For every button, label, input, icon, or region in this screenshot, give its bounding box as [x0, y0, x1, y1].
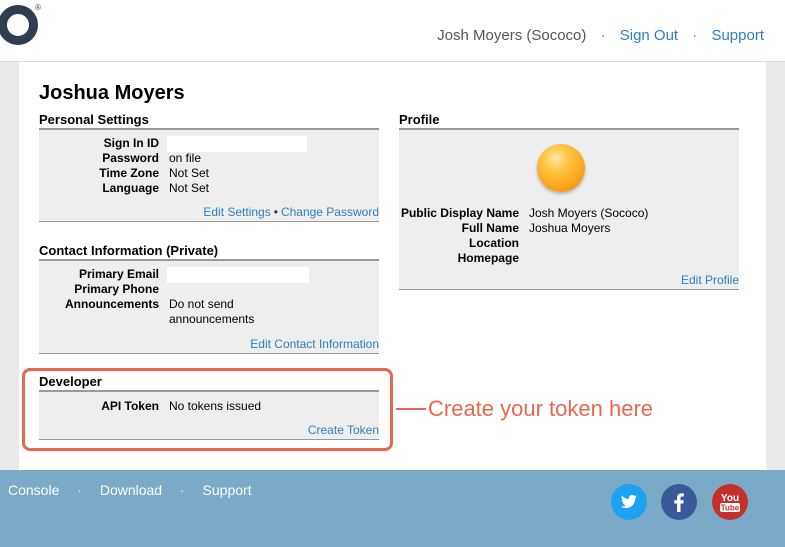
edit-settings-link[interactable]: Edit Settings — [203, 205, 270, 219]
location-label: Location — [469, 236, 519, 250]
footer: Console · Download · Support You Tube — [0, 470, 785, 547]
logo-ring-icon — [0, 5, 38, 45]
profile-title: Profile — [399, 112, 739, 130]
registered-mark: ® — [35, 3, 41, 12]
public-display-name-label: Public Display Name — [400, 206, 519, 220]
announcements-value-line2: announcements — [169, 312, 255, 326]
personal-settings-body: Sign In ID Password on file Time Zone No… — [39, 130, 379, 222]
personal-settings-links: Edit Settings • Change Password — [203, 205, 379, 219]
logo[interactable]: ® — [0, 3, 41, 45]
profile-panel: Profile Public Display Name Josh Moyers … — [399, 112, 739, 290]
profile-links: Edit Profile — [681, 273, 739, 287]
password-value: on file — [169, 151, 202, 165]
facebook-icon[interactable] — [661, 484, 697, 520]
primary-phone-label: Primary Phone — [74, 282, 159, 296]
callout-line — [396, 408, 426, 410]
page-title: Joshua Moyers — [39, 82, 185, 104]
support-link[interactable]: Support — [711, 27, 764, 44]
footer-support-link[interactable]: Support — [203, 482, 252, 498]
language-label: Language — [102, 181, 159, 195]
callout-text: Create your token here — [428, 396, 654, 421]
footer-nav: Console · Download · Support — [8, 482, 252, 498]
sign-out-link[interactable]: Sign Out — [620, 27, 678, 44]
profile-body: Public Display Name Josh Moyers (Sococo)… — [399, 130, 739, 290]
footer-console-link[interactable]: Console — [8, 482, 59, 498]
user-display-name: Josh Moyers (Sococo) — [437, 27, 587, 44]
announcements-label: Announcements — [64, 297, 159, 311]
link-separator: • — [273, 205, 278, 219]
announcements-value-line1: Do not send — [169, 297, 234, 311]
personal-settings-title: Personal Settings — [39, 112, 379, 130]
header: ® Josh Moyers (Sococo) · Sign Out · Supp… — [0, 0, 785, 62]
primary-email-field — [167, 267, 309, 283]
developer-highlight-box — [22, 368, 393, 451]
avatar — [537, 144, 585, 192]
password-label: Password — [102, 151, 159, 165]
time-zone-value: Not Set — [169, 166, 210, 180]
sign-in-id-field — [167, 136, 307, 152]
svg-text:You: You — [721, 493, 739, 504]
contact-information-panel: Contact Information (Private) Primary Em… — [39, 243, 379, 354]
language-value: Not Set — [169, 181, 210, 195]
footer-separator: · — [179, 482, 185, 498]
footer-separator: · — [77, 482, 82, 498]
time-zone-label: Time Zone — [99, 166, 159, 180]
public-display-name-value: Josh Moyers (Sococo) — [529, 206, 649, 220]
svg-text:Tube: Tube — [721, 504, 740, 513]
twitter-icon[interactable] — [611, 484, 647, 520]
edit-profile-link[interactable]: Edit Profile — [681, 273, 739, 287]
youtube-icon[interactable]: You Tube — [712, 484, 748, 520]
contact-information-links: Edit Contact Information — [250, 337, 379, 351]
homepage-label: Homepage — [457, 251, 519, 265]
full-name-label: Full Name — [461, 221, 519, 235]
edit-contact-information-link[interactable]: Edit Contact Information — [250, 337, 379, 351]
full-name-value: Joshua Moyers — [529, 221, 611, 235]
footer-download-link[interactable]: Download — [100, 482, 162, 498]
change-password-link[interactable]: Change Password — [281, 205, 379, 219]
contact-information-title: Contact Information (Private) — [39, 243, 379, 261]
nav-separator: · — [692, 27, 698, 44]
primary-email-label: Primary Email — [78, 267, 159, 281]
nav-separator: · — [600, 27, 606, 44]
top-nav: Josh Moyers (Sococo) · Sign Out · Suppor… — [437, 27, 764, 44]
sign-in-id-label: Sign In ID — [103, 136, 159, 150]
contact-information-body: Primary Email Primary Phone Announcement… — [39, 261, 379, 354]
personal-settings-panel: Personal Settings Sign In ID Password on… — [39, 112, 379, 222]
